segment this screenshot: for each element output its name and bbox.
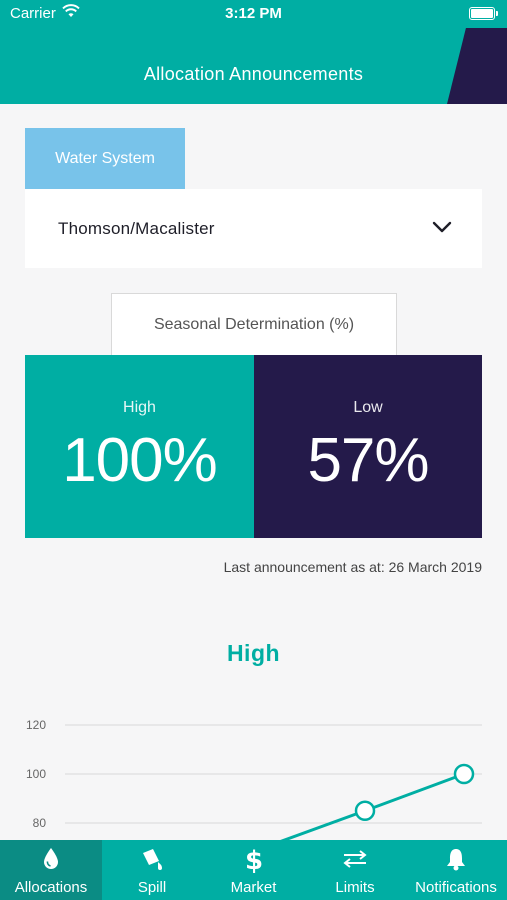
page-title: Allocation Announcements bbox=[143, 64, 364, 84]
tab-label-limits: Limits bbox=[335, 879, 375, 896]
water-system-value: Thomson/Macalister bbox=[58, 219, 215, 238]
water-drop-icon bbox=[0, 846, 102, 872]
navigation-bar: Allocation Announcements bbox=[0, 28, 507, 104]
last-announcement-text: Last announcement as at: 26 March 2019 bbox=[223, 559, 482, 575]
battery-icon bbox=[469, 7, 498, 20]
tab-bar: Allocations Spill $ Market Limits Notifi… bbox=[0, 840, 507, 900]
water-system-label: Water System bbox=[25, 128, 185, 189]
chart-title: High bbox=[226, 640, 281, 666]
bucket-spill-icon bbox=[102, 846, 202, 872]
chevron-down-icon bbox=[432, 220, 452, 239]
high-reliability-panel: High 100% bbox=[25, 355, 254, 538]
low-percentage: 57% bbox=[307, 426, 429, 495]
y-tick-label: 120 bbox=[26, 718, 46, 732]
tab-label-allocations: Allocations bbox=[14, 879, 88, 896]
svg-text:$: $ bbox=[244, 846, 262, 873]
bell-icon bbox=[405, 846, 507, 872]
tab-allocations[interactable]: Allocations bbox=[0, 840, 102, 900]
water-system-dropdown[interactable]: Thomson/Macalister bbox=[25, 189, 482, 268]
tab-label-notifications: Notifications bbox=[415, 879, 497, 896]
dollar-icon: $ bbox=[202, 846, 305, 873]
tab-notifications[interactable]: Notifications bbox=[405, 840, 507, 900]
seasonal-determination-tab[interactable]: Seasonal Determination (%) bbox=[111, 293, 397, 355]
low-reliability-panel: Low 57% bbox=[254, 355, 482, 538]
tab-spill[interactable]: Spill bbox=[102, 840, 202, 900]
exchange-arrows-icon bbox=[305, 846, 405, 872]
data-point[interactable] bbox=[354, 800, 376, 821]
low-label: Low bbox=[353, 399, 383, 416]
high-label: High bbox=[123, 399, 156, 416]
high-percentage: 100% bbox=[62, 426, 218, 495]
data-point[interactable] bbox=[453, 763, 475, 785]
allocation-line-chart: 120 100 80 bbox=[26, 718, 482, 840]
tab-limits[interactable]: Limits bbox=[305, 840, 405, 900]
tab-label-spill: Spill bbox=[137, 879, 167, 896]
status-bar: Carrier 3:12 PM bbox=[0, 0, 507, 28]
y-tick-label: 100 bbox=[26, 767, 46, 781]
clock: 3:12 PM bbox=[225, 5, 282, 22]
y-tick-label: 80 bbox=[33, 816, 47, 830]
tab-label-market: Market bbox=[230, 879, 277, 896]
tab-market[interactable]: $ Market bbox=[202, 840, 305, 900]
